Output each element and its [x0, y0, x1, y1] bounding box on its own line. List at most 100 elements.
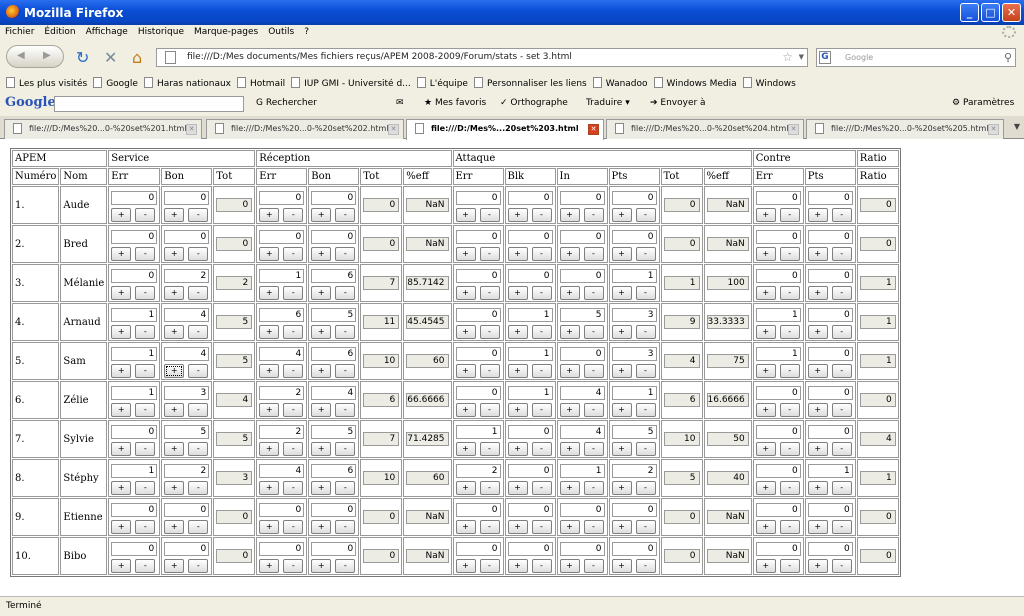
plus-button[interactable]: + — [611, 207, 632, 222]
plus-button[interactable]: + — [807, 207, 828, 222]
menu-aide[interactable]: ? — [299, 25, 314, 37]
minus-button[interactable]: - — [531, 285, 552, 300]
plus-button[interactable]: + — [807, 285, 828, 300]
minus-button[interactable]: - — [531, 441, 552, 456]
plus-button[interactable]: + — [455, 285, 476, 300]
plus-button[interactable]: + — [455, 441, 476, 456]
plus-button[interactable]: + — [455, 480, 476, 495]
minus-button[interactable]: - — [831, 246, 852, 261]
back-forward-button[interactable]: ◀ ▶ — [6, 45, 64, 68]
stat-counter-r-err[interactable]: 0 — [259, 541, 305, 556]
plus-button[interactable]: + — [807, 480, 828, 495]
minus-button[interactable]: - — [583, 324, 604, 339]
stat-counter-a-blk[interactable]: 0 — [507, 502, 553, 517]
minus-button[interactable]: - — [335, 363, 356, 378]
minus-button[interactable]: - — [335, 402, 356, 417]
stat-counter-a-blk[interactable]: 0 — [507, 541, 553, 556]
stat-counter-a-pts[interactable]: 2 — [611, 463, 657, 478]
minus-button[interactable]: - — [135, 324, 156, 339]
menu-outils[interactable]: Outils — [263, 25, 299, 37]
stat-counter-s-err[interactable]: 1 — [111, 385, 158, 400]
minus-button[interactable]: - — [583, 402, 604, 417]
bookmark-item[interactable]: Haras nationaux — [143, 73, 231, 89]
stat-counter-a-pts[interactable]: 0 — [611, 229, 657, 244]
stat-counter-a-blk[interactable]: 1 — [507, 346, 553, 361]
bookmark-item[interactable]: Google — [93, 73, 138, 89]
plus-button[interactable]: + — [311, 363, 332, 378]
plus-button[interactable]: + — [111, 363, 132, 378]
minus-button[interactable]: - — [779, 402, 800, 417]
minus-button[interactable]: - — [283, 324, 304, 339]
stat-counter-a-in[interactable]: 1 — [559, 463, 605, 478]
plus-button[interactable]: + — [164, 402, 185, 417]
minus-button[interactable]: - — [635, 363, 656, 378]
plus-button[interactable]: + — [164, 246, 185, 261]
stat-counter-a-pts[interactable]: 0 — [611, 502, 657, 517]
stat-counter-a-in[interactable]: 0 — [559, 190, 605, 205]
minus-button[interactable]: - — [335, 207, 356, 222]
stat-counter-c-pts[interactable]: 0 — [807, 385, 853, 400]
minus-button[interactable]: - — [831, 363, 852, 378]
minus-button[interactable]: - — [635, 285, 656, 300]
stat-counter-s-err[interactable]: 1 — [111, 346, 158, 361]
stat-counter-a-in[interactable]: 0 — [559, 268, 605, 283]
minus-button[interactable]: - — [135, 558, 156, 573]
stat-counter-a-err[interactable]: 0 — [455, 229, 501, 244]
plus-button[interactable]: + — [807, 246, 828, 261]
settings-button[interactable]: ⚙ Paramètres — [952, 98, 1014, 108]
tab-set-2[interactable]: file:///D:/Mes%20...0-%20set%202.html ✕ — [206, 119, 404, 139]
plus-button[interactable]: + — [807, 363, 828, 378]
tab-close-icon[interactable]: ✕ — [988, 124, 999, 135]
minus-button[interactable]: - — [635, 519, 656, 534]
minus-button[interactable]: - — [583, 519, 604, 534]
minus-button[interactable]: - — [188, 324, 209, 339]
back-arrow-icon[interactable]: ◀ — [17, 50, 25, 61]
favorites-button[interactable]: ★ Mes favoris — [424, 98, 486, 108]
plus-button[interactable]: + — [611, 519, 632, 534]
plus-button[interactable]: + — [164, 207, 185, 222]
plus-button[interactable]: + — [111, 558, 132, 573]
stat-counter-r-bon[interactable]: 4 — [311, 385, 357, 400]
stat-counter-r-bon[interactable]: 0 — [311, 541, 357, 556]
reload-icon[interactable]: ↻ — [76, 48, 89, 67]
plus-button[interactable]: + — [611, 480, 632, 495]
stat-counter-a-blk[interactable]: 0 — [507, 424, 553, 439]
stat-counter-a-blk[interactable]: 1 — [507, 307, 553, 322]
plus-button[interactable]: + — [311, 519, 332, 534]
stat-counter-r-bon[interactable]: 6 — [311, 463, 357, 478]
minus-button[interactable]: - — [188, 285, 209, 300]
plus-button[interactable]: + — [507, 285, 528, 300]
minimize-button[interactable]: _ — [960, 3, 979, 22]
minus-button[interactable]: - — [479, 558, 500, 573]
plus-button[interactable]: + — [455, 324, 476, 339]
plus-button[interactable]: + — [807, 324, 828, 339]
stat-counter-r-err[interactable]: 0 — [259, 190, 305, 205]
stat-counter-r-err[interactable]: 4 — [259, 463, 305, 478]
stat-counter-s-bon[interactable]: 0 — [164, 229, 210, 244]
send-to-button[interactable]: ➔ Envoyer à — [650, 98, 706, 108]
plus-button[interactable]: + — [311, 324, 332, 339]
minus-button[interactable]: - — [831, 285, 852, 300]
stat-counter-s-bon[interactable]: 4 — [164, 307, 210, 322]
stat-counter-c-err[interactable]: 1 — [755, 307, 801, 322]
stat-counter-r-err[interactable]: 2 — [259, 385, 305, 400]
plus-button[interactable]: + — [611, 324, 632, 339]
stat-counter-r-err[interactable]: 0 — [259, 502, 305, 517]
plus-button[interactable]: + — [111, 324, 132, 339]
plus-button[interactable]: + — [164, 480, 185, 495]
search-box[interactable]: G Google ⚲ — [816, 48, 1016, 67]
minus-button[interactable]: - — [635, 324, 656, 339]
home-icon[interactable]: ⌂ — [132, 48, 142, 67]
stat-counter-s-err[interactable]: 0 — [111, 502, 158, 517]
minus-button[interactable]: - — [531, 207, 552, 222]
plus-button[interactable]: + — [311, 402, 332, 417]
stat-counter-c-err[interactable]: 1 — [755, 346, 801, 361]
minus-button[interactable]: - — [479, 246, 500, 261]
stat-counter-s-bon[interactable]: 0 — [164, 541, 210, 556]
minus-button[interactable]: - — [779, 441, 800, 456]
minus-button[interactable]: - — [531, 558, 552, 573]
plus-button[interactable]: + — [611, 441, 632, 456]
plus-button[interactable]: + — [259, 363, 280, 378]
plus-button[interactable]: + — [559, 246, 580, 261]
plus-button[interactable]: + — [755, 441, 776, 456]
